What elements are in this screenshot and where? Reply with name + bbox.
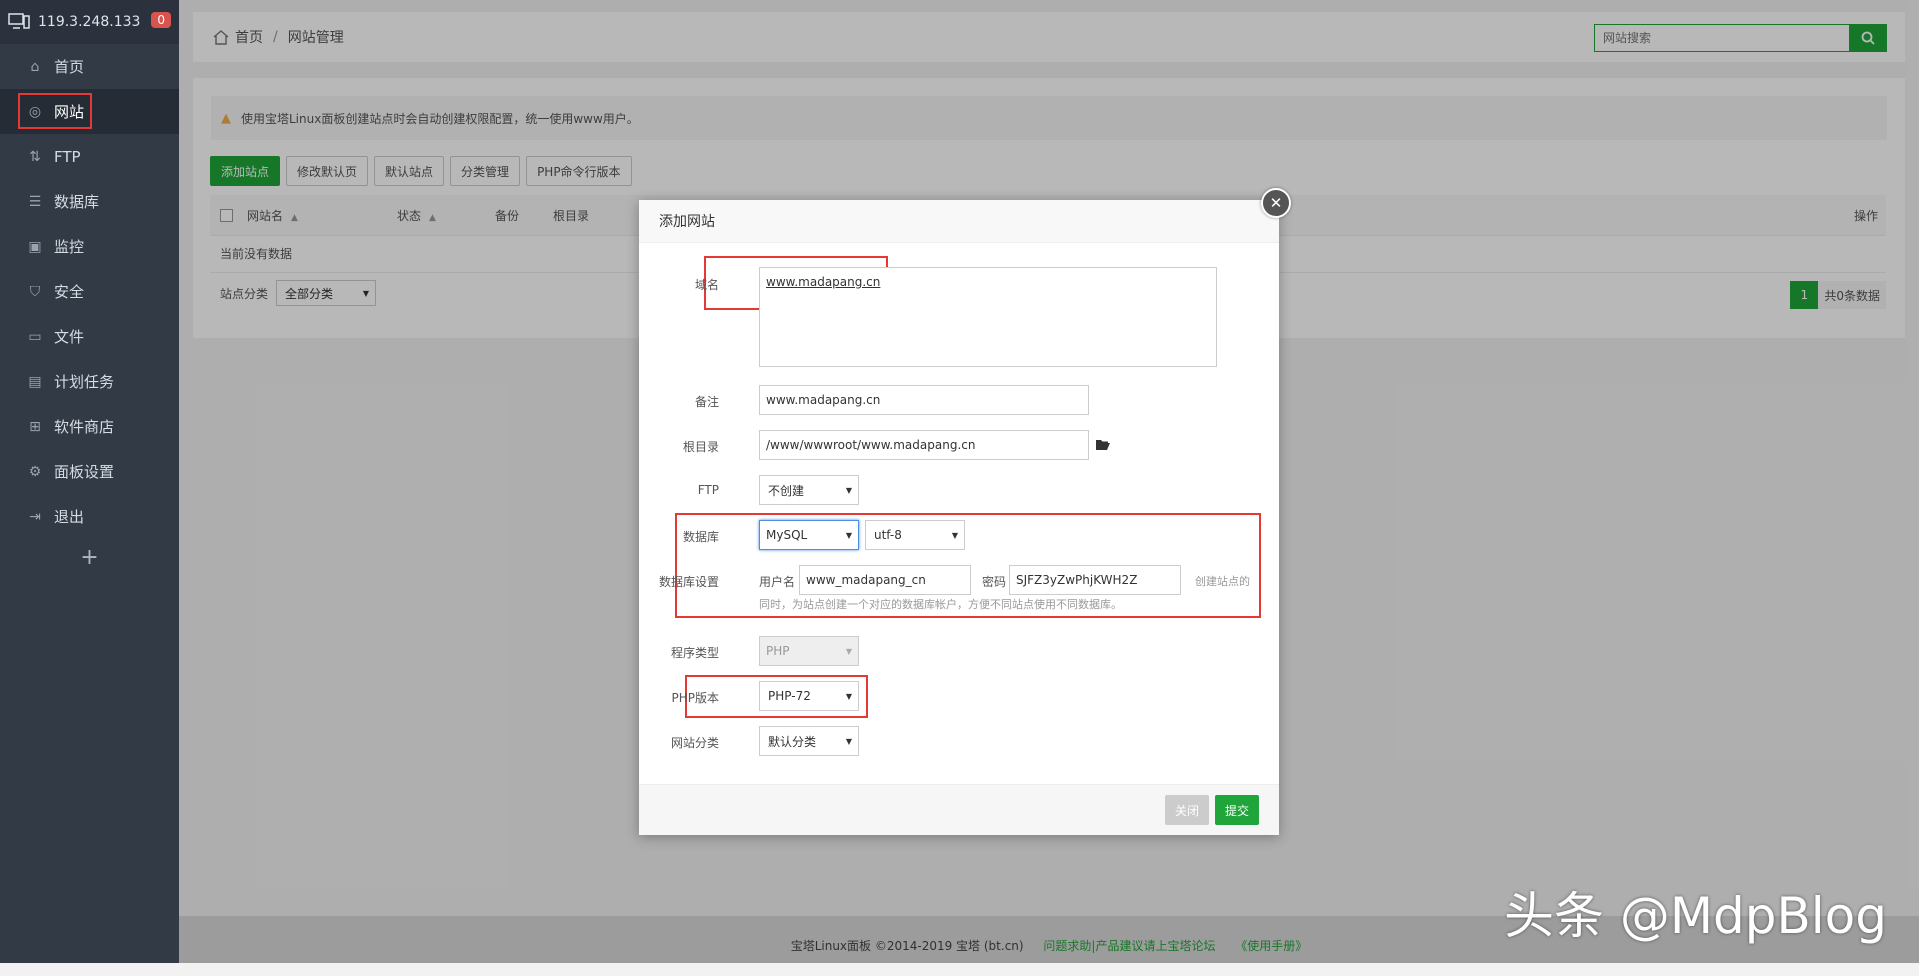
folder-open-icon[interactable] xyxy=(1095,438,1111,451)
database-settings-label: 数据库设置 xyxy=(658,575,719,589)
root-dir-label: 根目录 xyxy=(682,440,719,454)
logout-icon: ⇥ xyxy=(29,508,41,525)
caret-down-icon: ▼ xyxy=(951,530,958,540)
monitor-icon: ▣ xyxy=(28,238,42,255)
sidebar-item-ftp[interactable]: ⇅ FTP xyxy=(0,134,179,179)
sidebar: 119.3.248.133 0 ⌂ 首页 ◎ 网站 ⇅ FTP ☰ 数据库 ▣ 监控 ⛉ 安… xyxy=(0,0,179,963)
add-site-dialog: 添加网站 ✕ 域名 www.madapang.cn 备注 www.madapan… xyxy=(639,188,1291,835)
charset-select[interactable]: utf-8 ▼ xyxy=(865,520,965,550)
caret-down-icon: ▼ xyxy=(845,530,852,540)
php-version-select[interactable]: PHP-72 ▼ xyxy=(759,681,859,711)
dialog-footer: 关闭 提交 xyxy=(639,784,1279,835)
site-category-label: 网站分类 xyxy=(670,736,719,750)
close-icon[interactable]: ✕ xyxy=(1261,188,1291,218)
folder-icon: ▭ xyxy=(28,328,42,345)
db-password-input[interactable]: SJFZ3yZwPhjKWH2Z xyxy=(1009,565,1181,595)
grid-icon: ⊞ xyxy=(29,418,41,435)
caret-down-icon: ▼ xyxy=(845,691,852,701)
remark-input[interactable]: www.madapang.cn xyxy=(759,385,1089,415)
domain-label: 域名 xyxy=(694,278,719,292)
program-type-label: 程序类型 xyxy=(670,646,719,660)
root-dir-input[interactable]: /www/wwwroot/www.madapang.cn xyxy=(759,430,1089,460)
shield-icon: ⛉ xyxy=(29,283,41,300)
sidebar-item-cron[interactable]: ▤ 计划任务 xyxy=(0,359,179,404)
highlight-box xyxy=(18,93,92,129)
server-ip: 119.3.248.133 xyxy=(38,14,141,30)
database-label: 数据库 xyxy=(682,530,719,544)
db-password-label: 密码 xyxy=(982,575,1007,589)
sidebar-item-store[interactable]: ⊞ 软件商店 xyxy=(0,404,179,449)
sidebar-item-settings[interactable]: ⚙ 面板设置 xyxy=(0,449,179,494)
calendar-icon: ▤ xyxy=(28,373,42,390)
sidebar-item-monitor[interactable]: ▣ 监控 xyxy=(0,224,179,269)
db-hint-part2: 同时，为站点创建一个对应的数据库帐户，方便不同站点使用不同数据库。 xyxy=(759,598,1122,611)
gear-icon: ⚙ xyxy=(28,463,42,480)
server-header: 119.3.248.133 0 xyxy=(0,0,179,44)
notification-badge[interactable]: 0 xyxy=(151,12,171,28)
caret-down-icon: ▼ xyxy=(845,736,852,746)
sidebar-item-home[interactable]: ⌂ 首页 xyxy=(0,44,179,89)
ftp-icon: ⇅ xyxy=(29,148,41,165)
database-select[interactable]: MySQL ▼ xyxy=(759,520,859,550)
php-version-label: PHP版本 xyxy=(671,691,720,705)
sidebar-item-files[interactable]: ▭ 文件 xyxy=(0,314,179,359)
sidebar-item-database[interactable]: ☰ 数据库 xyxy=(0,179,179,224)
caret-down-icon: ▼ xyxy=(845,646,852,656)
sidebar-item-logout[interactable]: ⇥ 退出 xyxy=(0,494,179,539)
remark-label: 备注 xyxy=(694,395,719,409)
sidebar-nav: ⌂ 首页 ◎ 网站 ⇅ FTP ☰ 数据库 ▣ 监控 ⛉ 安全 ▭ 文件 ▤ 计划任务 ⊞ 软件商… xyxy=(0,44,179,539)
sidebar-item-security[interactable]: ⛉ 安全 xyxy=(0,269,179,314)
home-icon: ⌂ xyxy=(30,58,40,75)
submit-button[interactable]: 提交 xyxy=(1214,795,1259,825)
program-type-select: PHP ▼ xyxy=(759,636,859,666)
sidebar-item-website[interactable]: ◎ 网站 xyxy=(0,89,179,134)
site-category-select[interactable]: 默认分类 ▼ xyxy=(759,726,859,756)
caret-down-icon: ▼ xyxy=(845,485,852,495)
domain-textarea[interactable]: www.madapang.cn xyxy=(759,267,1217,367)
ftp-label: FTP xyxy=(697,483,719,497)
add-shortcut-button[interactable]: + xyxy=(0,545,179,570)
ftp-select[interactable]: 不创建 ▼ xyxy=(759,475,859,505)
close-button[interactable]: 关闭 xyxy=(1164,795,1209,825)
db-user-label: 用户名 xyxy=(759,575,796,589)
db-hint-part1: 创建站点的 xyxy=(1195,575,1250,588)
monitor-icon xyxy=(8,13,30,29)
watermark: 头条 @MdpBlog xyxy=(1503,887,1887,945)
database-icon: ☰ xyxy=(28,193,42,210)
dialog-title: 添加网站 xyxy=(639,200,1279,243)
db-user-input[interactable]: www_madapang_cn xyxy=(799,565,971,595)
